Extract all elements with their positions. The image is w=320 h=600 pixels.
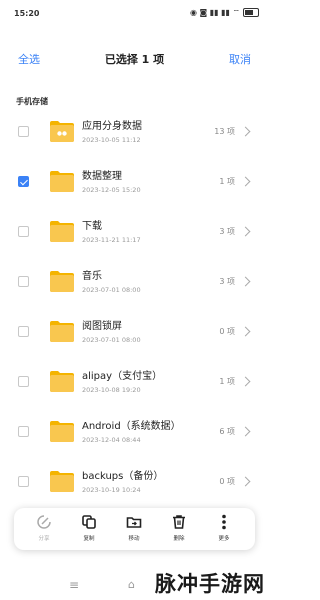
status-icons: ◉ ◙ ▮▮ ▮▮ ⌔: [190, 8, 259, 17]
copy-icon: [69, 512, 109, 532]
more-label: 更多: [218, 536, 230, 542]
item-count: 3 项: [219, 227, 235, 236]
battery-icon: [243, 8, 259, 17]
item-count: 1 项: [219, 177, 235, 186]
cancel-button[interactable]: 取消: [229, 51, 251, 67]
move-folder-icon: [114, 512, 154, 532]
folder-icon: [49, 368, 75, 394]
folder-icon: [49, 168, 75, 194]
watermark-logo: 脉冲手游网: [155, 572, 265, 596]
list-item[interactable]: 阅图锁屏 2023-07-01 08:00 0 项: [0, 308, 269, 358]
bottom-action-bar: 分享 复制 移动 删除 更多: [14, 508, 255, 550]
chevron-right-icon: [240, 326, 251, 337]
list-item[interactable]: 音乐 2023-07-01 08:00 3 项: [0, 258, 269, 308]
share-label: 分享: [38, 536, 50, 542]
selection-header: 全选 已选择 1 项 取消: [0, 46, 269, 70]
list-item[interactable]: 数据整理 2023-12-05 15:20 1 项: [0, 158, 269, 208]
folder-icon: [49, 268, 75, 294]
item-date: 2023-12-04 08:44: [82, 436, 141, 444]
item-date: 2023-12-05 15:20: [82, 186, 141, 194]
chevron-right-icon: [240, 376, 251, 387]
item-count: 6 项: [219, 427, 235, 436]
item-date: 2023-10-05 11:12: [82, 136, 141, 144]
item-name: 音乐: [82, 271, 102, 282]
folder-icon: [49, 118, 75, 144]
more-icon: [204, 512, 244, 532]
checkbox[interactable]: [18, 126, 29, 137]
checkbox[interactable]: [18, 376, 29, 387]
item-date: 2023-07-01 08:00: [82, 336, 141, 344]
menu-icon[interactable]: ≡: [69, 578, 79, 592]
home-icon[interactable]: ⌂: [128, 578, 135, 591]
chevron-right-icon: [240, 476, 251, 487]
chevron-right-icon: [240, 176, 251, 187]
chevron-right-icon: [240, 426, 251, 437]
item-count: 1 项: [219, 377, 235, 386]
more-button[interactable]: 更多: [204, 512, 244, 542]
item-count: 3 项: [219, 277, 235, 286]
list-item[interactable]: 下载 2023-11-21 11:17 3 项: [0, 208, 269, 258]
item-date: 2023-11-21 11:17: [82, 236, 141, 244]
checkbox[interactable]: [18, 276, 29, 287]
move-label: 移动: [128, 536, 140, 542]
share-icon: [24, 512, 64, 532]
item-date: 2023-10-08 19:20: [82, 386, 141, 394]
copy-label: 复制: [83, 536, 95, 542]
copy-button[interactable]: 复制: [69, 512, 109, 542]
checkbox[interactable]: [18, 226, 29, 237]
item-count: 0 项: [219, 477, 235, 486]
list-item[interactable]: alipay（支付宝） 2023-10-08 19:20 1 项: [0, 358, 269, 408]
checkbox[interactable]: [18, 176, 29, 187]
status-indicators: ◉ ◙ ▮▮ ▮▮ ⌔: [189, 8, 240, 17]
item-date: 2023-10-19 10:24: [82, 486, 141, 494]
status-time: 15:20: [14, 9, 40, 18]
section-label: 手机存储: [16, 97, 48, 106]
trash-icon: [159, 512, 199, 532]
chevron-right-icon: [240, 126, 251, 137]
item-name: Android（系统数据）: [82, 421, 181, 432]
item-count: 13 项: [214, 127, 235, 136]
status-bar: 15:20 ◉ ◙ ▮▮ ▮▮ ⌔: [0, 0, 269, 28]
item-name: backups（备份）: [82, 471, 164, 482]
item-count: 0 项: [219, 327, 235, 336]
item-date: 2023-07-01 08:00: [82, 286, 141, 294]
delete-button[interactable]: 删除: [159, 512, 199, 542]
delete-label: 删除: [173, 536, 185, 542]
chevron-right-icon: [240, 226, 251, 237]
folder-icon: [49, 418, 75, 444]
share-button[interactable]: 分享: [24, 512, 64, 542]
move-button[interactable]: 移动: [114, 512, 154, 542]
list-item[interactable]: backups（备份） 2023-10-19 10:24 0 项: [0, 458, 269, 508]
list-item[interactable]: Android（系统数据） 2023-12-04 08:44 6 项: [0, 408, 269, 458]
list-item[interactable]: 应用分身数据 2023-10-05 11:12 13 项: [0, 108, 269, 158]
folder-icon: [49, 218, 75, 244]
folder-icon: [49, 318, 75, 344]
chevron-right-icon: [240, 276, 251, 287]
checkbox[interactable]: [18, 476, 29, 487]
checkbox[interactable]: [18, 326, 29, 337]
item-name: 应用分身数据: [82, 121, 142, 132]
system-nav-bar: ≡ ⌂ 脉冲手游网: [0, 572, 269, 600]
checkbox[interactable]: [18, 426, 29, 437]
folder-icon: [49, 468, 75, 494]
item-name: alipay（支付宝）: [82, 371, 163, 382]
item-name: 阅图锁屏: [82, 321, 122, 332]
item-name: 数据整理: [82, 171, 122, 182]
item-name: 下载: [82, 221, 102, 232]
